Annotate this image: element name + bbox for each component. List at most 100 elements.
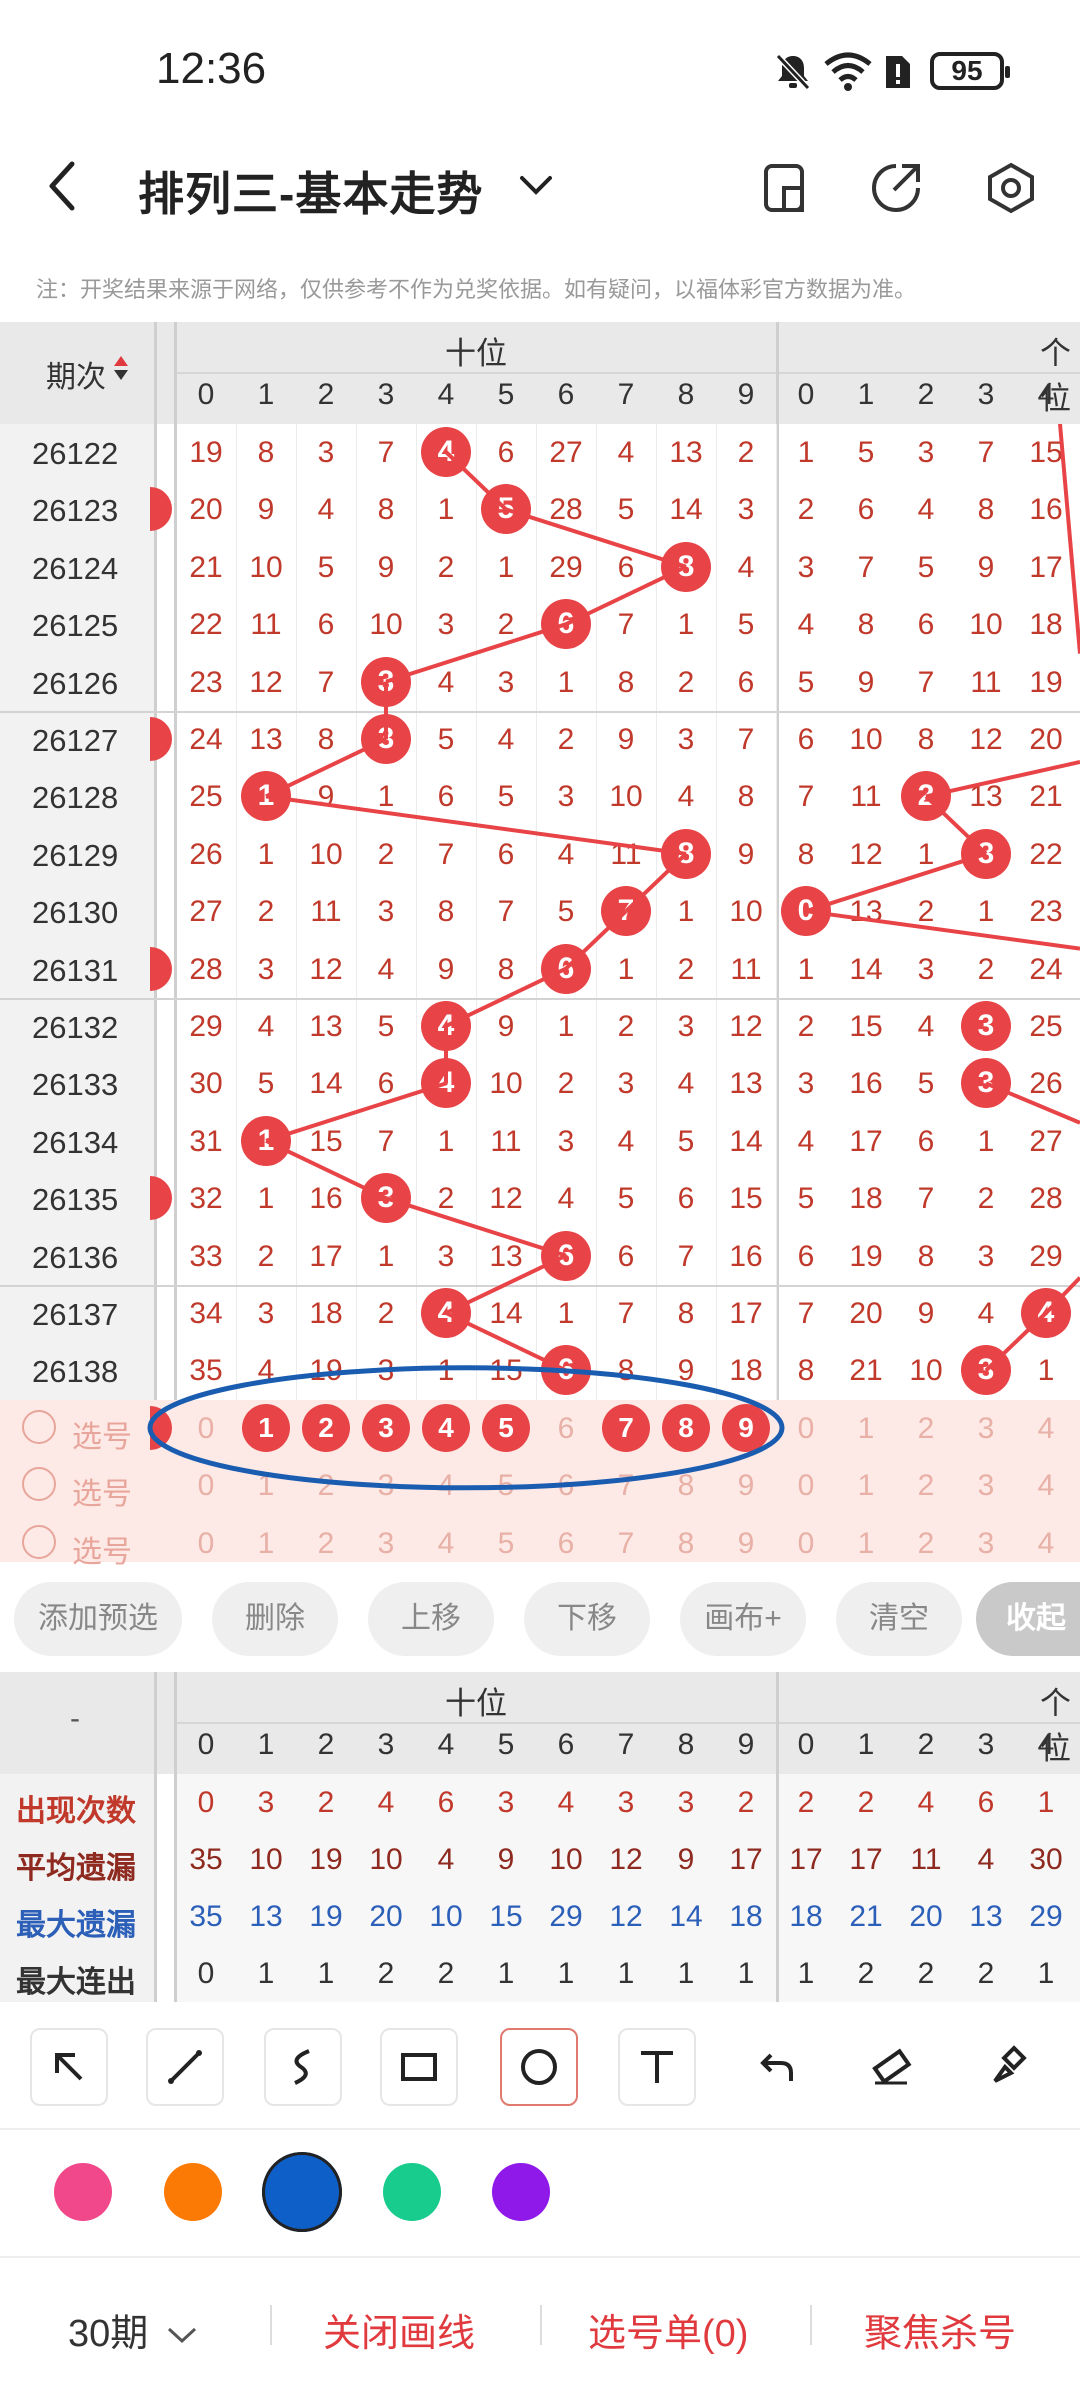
action-button[interactable]: 上移 [368,1582,494,1656]
select-digit[interactable]: 3 [956,1469,1016,1503]
page-title[interactable]: 排列三-基本走势 [138,158,483,224]
selected-ball[interactable]: 1 [242,1403,290,1452]
action-button[interactable]: 删除 [212,1582,338,1656]
miss-value: 3 [737,493,755,527]
action-button[interactable]: 添加预选 [14,1582,182,1656]
tool-button[interactable] [30,2028,108,2106]
select-digit[interactable]: 7 [596,1527,656,1561]
selected-ball[interactable]: 7 [602,1403,650,1452]
select-digit[interactable]: 8 [656,1527,716,1561]
stats-value: 0 [197,1957,215,1990]
tool-button[interactable] [380,2028,458,2106]
selected-ball[interactable]: 9 [722,1403,770,1452]
select-digit[interactable]: 4 [1016,1469,1076,1503]
miss-value: 20 [1029,723,1063,756]
color-swatch[interactable] [492,2163,550,2221]
selected-ball[interactable]: 3 [362,1403,410,1452]
selected-ball[interactable]: 4 [422,1403,470,1452]
color-swatch[interactable] [54,2163,112,2221]
select-digit[interactable]: 1 [236,1469,296,1503]
color-swatch[interactable] [383,2163,441,2221]
color-swatch[interactable] [164,2163,222,2221]
action-button[interactable]: 画布+ [680,1582,806,1656]
select-digit[interactable]: 1 [836,1469,896,1503]
select-digit[interactable]: 8 [656,1469,716,1503]
select-label[interactable]: 选号 [72,1527,132,1571]
select-digit[interactable]: 9 [716,1469,776,1503]
sort-icon[interactable] [114,356,128,366]
miss-value: 9 [437,952,455,986]
select-digit[interactable]: 3 [956,1527,1016,1561]
select-digit[interactable]: 9 [716,1527,776,1561]
miss-value: 7 [497,895,515,929]
action-button[interactable]: 清空 [836,1582,962,1656]
select-digit[interactable]: 4 [416,1527,476,1561]
phone-layout-icon[interactable] [760,162,808,214]
close-draw-button[interactable]: 关闭画线 [323,2302,475,2357]
period-count-dropdown[interactable]: 30期 [68,2302,199,2357]
select-digit[interactable]: 7 [596,1469,656,1503]
select-digit[interactable]: 2 [896,1412,956,1446]
tool-button[interactable] [736,2028,814,2106]
selected-ball[interactable]: 2 [302,1403,350,1452]
select-digit[interactable]: 1 [836,1412,896,1446]
miss-value: 1 [677,608,695,642]
trend-grid[interactable]: 期次 十位 个位 0 1 2 3 4 5 6 7 8 9 0 1 2 3 4 26122 19 8 3 7 4 6 27 4 13 2 1… [0,322,1080,1569]
select-digit[interactable]: 5 [476,1527,536,1561]
miss-value: 14 [729,1124,763,1158]
selected-ball[interactable]: 8 [662,1403,710,1452]
select-digit[interactable]: 3 [956,1412,1016,1446]
miss-value: 4 [797,1124,815,1158]
tool-button[interactable] [500,2028,578,2106]
select-digit[interactable]: 0 [176,1412,236,1446]
tool-button[interactable] [618,2028,696,2106]
miss-value: 5 [377,1010,395,1043]
color-swatch[interactable] [262,2152,342,2232]
select-digit[interactable]: 0 [776,1527,836,1561]
tool-button[interactable] [852,2028,930,2106]
tool-button[interactable] [264,2028,342,2106]
hit-ball: 6 [541,1345,591,1396]
select-digit[interactable]: 2 [296,1527,356,1561]
selected-ball[interactable]: 5 [482,1403,530,1452]
stats-value: 18 [729,1900,763,1933]
chevron-down-icon[interactable] [518,174,554,198]
select-digit[interactable]: 6 [536,1469,596,1503]
select-digit[interactable]: 4 [416,1469,476,1503]
period-header[interactable]: 期次 [46,352,106,396]
pick-list-button[interactable]: 选号单(0) [588,2302,748,2357]
select-digit[interactable]: 4 [1016,1412,1076,1446]
select-digit[interactable]: 5 [476,1469,536,1503]
select-digit[interactable]: 6 [536,1527,596,1561]
select-digit[interactable]: 0 [176,1469,236,1503]
focus-kill-button[interactable]: 聚焦杀号 [864,2302,1016,2357]
select-label[interactable]: 选号 [72,1412,132,1456]
select-digit[interactable]: 3 [356,1469,416,1503]
miss-value: 4 [317,493,335,527]
select-digit[interactable]: 3 [356,1527,416,1561]
select-digit[interactable]: 2 [296,1469,356,1503]
select-digit[interactable]: 0 [776,1412,836,1446]
select-digit[interactable]: 2 [896,1527,956,1561]
select-digit[interactable]: 6 [536,1412,596,1446]
tool-button[interactable] [146,2028,224,2106]
select-digit[interactable]: 2 [896,1469,956,1503]
miss-value: 6 [617,550,635,584]
action-button[interactable]: 下移 [524,1582,650,1656]
vert-divider [154,1672,157,2002]
select-radio[interactable] [22,1409,56,1444]
settings-icon[interactable] [986,162,1036,214]
action-button[interactable]: 收起 [976,1582,1080,1656]
select-digit[interactable]: 0 [776,1469,836,1503]
back-arrow-icon[interactable] [40,158,84,214]
select-digit[interactable]: 1 [836,1527,896,1561]
select-radio[interactable] [22,1467,56,1502]
share-icon[interactable] [870,162,922,214]
select-radio[interactable] [22,1524,56,1559]
miss-value: 1 [617,952,635,986]
select-digit[interactable]: 4 [1016,1527,1076,1561]
select-digit[interactable]: 0 [176,1527,236,1561]
tool-button[interactable] [970,2028,1048,2106]
select-digit[interactable]: 1 [236,1527,296,1561]
select-label[interactable]: 选号 [72,1469,132,1513]
